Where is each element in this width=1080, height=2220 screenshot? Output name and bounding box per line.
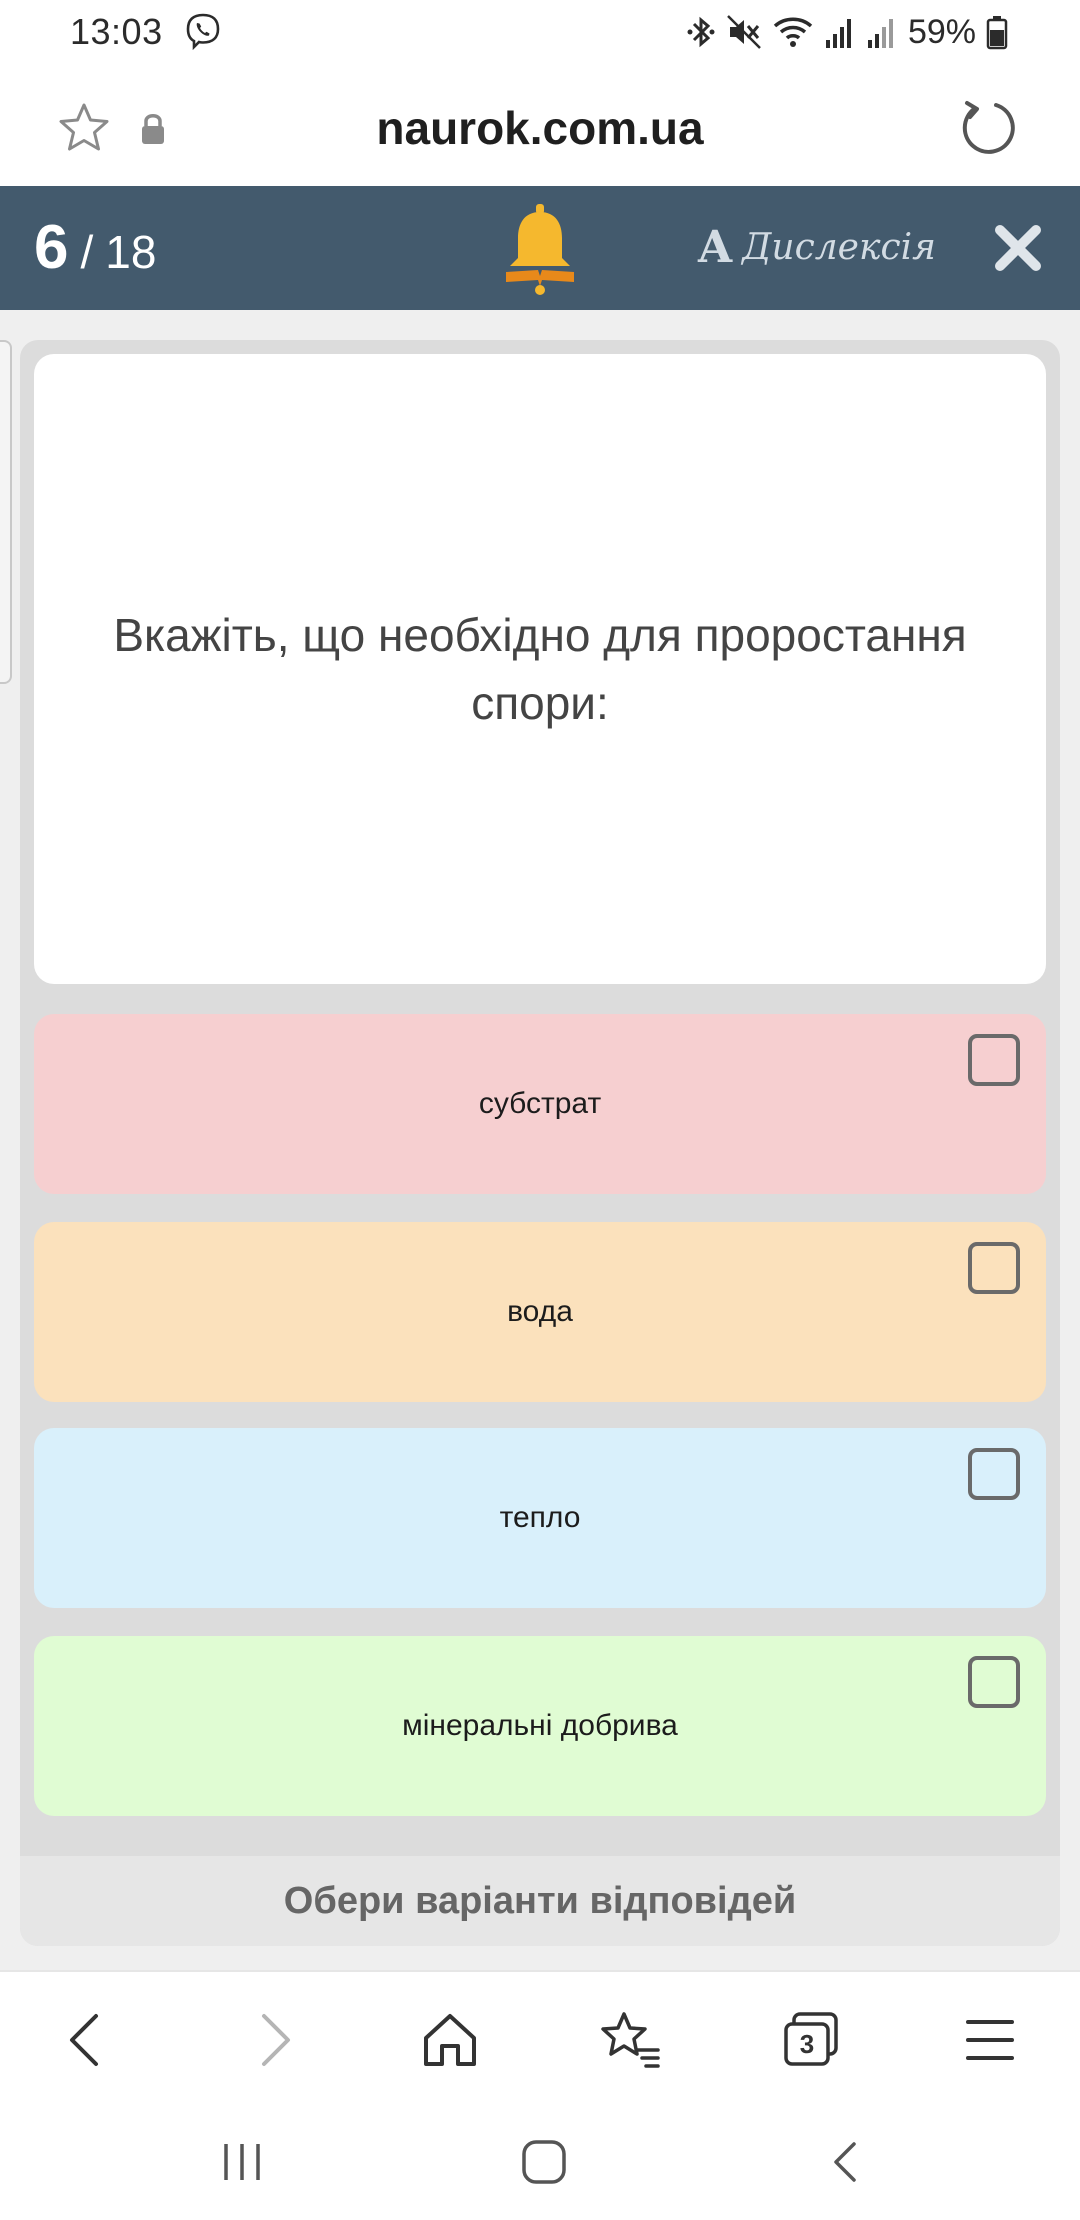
answer-checkbox[interactable] [968,1448,1020,1500]
answer-label: субстрат [478,1087,602,1120]
question-card: Вкажіть, що необхідно для проростання сп… [34,354,1046,984]
dyslexia-label: Дислексія [742,227,936,268]
answer-instruction: Обери варіанти відповідей [20,1856,1060,1946]
reload-icon[interactable] [956,96,1020,160]
bell-icon[interactable] [500,202,580,296]
back-icon[interactable] [56,2008,120,2072]
tab-count: 3 [799,2029,815,2059]
answer-label: тепло [499,1501,581,1534]
answer-option[interactable]: вода [34,1222,1046,1402]
answer-label: мінеральні добрива [402,1709,678,1742]
close-icon[interactable] [992,222,1044,274]
dyslexia-toggle[interactable]: A Дислексія [698,216,936,280]
question-current: 6 [34,213,69,282]
side-drawer-handle[interactable] [0,340,12,684]
browser-url-bar[interactable]: naurok.com.ua [0,66,1080,186]
question-text: Вкажіть, що необхідно для проростання сп… [113,609,967,729]
mute-icon [727,15,761,49]
signal-icon-2 [867,19,893,48]
signal-icon [825,19,851,48]
url-text[interactable]: naurok.com.ua [0,100,1080,156]
battery-percent: 59% [907,13,976,51]
question-counter: 6 / 18 [34,210,156,286]
home-nav-icon[interactable] [516,2134,572,2190]
question-separator: / [80,226,94,278]
answer-checkbox[interactable] [968,1656,1020,1708]
status-time: 13:03 [70,11,163,52]
bluetooth-icon [687,16,715,48]
answer-label: вода [507,1295,573,1328]
recent-apps-icon[interactable] [214,2134,270,2190]
battery-icon [986,16,1008,50]
quiz-panel: Вкажіть, що необхідно для проростання сп… [20,340,1060,1946]
browser-toolbar: 3 [0,1970,1080,2096]
quiz-header: 6 / 18 A Дислексія [0,186,1080,310]
bookmarks-icon[interactable] [598,2008,662,2072]
menu-icon[interactable] [958,2008,1022,2072]
answer-checkbox[interactable] [968,1242,1020,1294]
forward-icon[interactable] [240,2008,304,2072]
status-bar: 13:03 59% [0,0,1080,66]
system-nav-bar [0,2094,1080,2220]
tabs-button[interactable]: 3 [780,2008,844,2072]
dyslexia-letter-icon: A [698,222,733,273]
status-icons: 59% [686,10,1008,54]
viber-icon [186,13,220,50]
back-nav-icon[interactable] [820,2134,876,2190]
answer-option[interactable]: тепло [34,1428,1046,1608]
answer-option[interactable]: субстрат [34,1014,1046,1194]
question-total: 18 [105,226,157,278]
wifi-icon [773,17,813,47]
answer-checkbox[interactable] [968,1034,1020,1086]
answer-option[interactable]: мінеральні добрива [34,1636,1046,1816]
home-icon[interactable] [418,2008,482,2072]
